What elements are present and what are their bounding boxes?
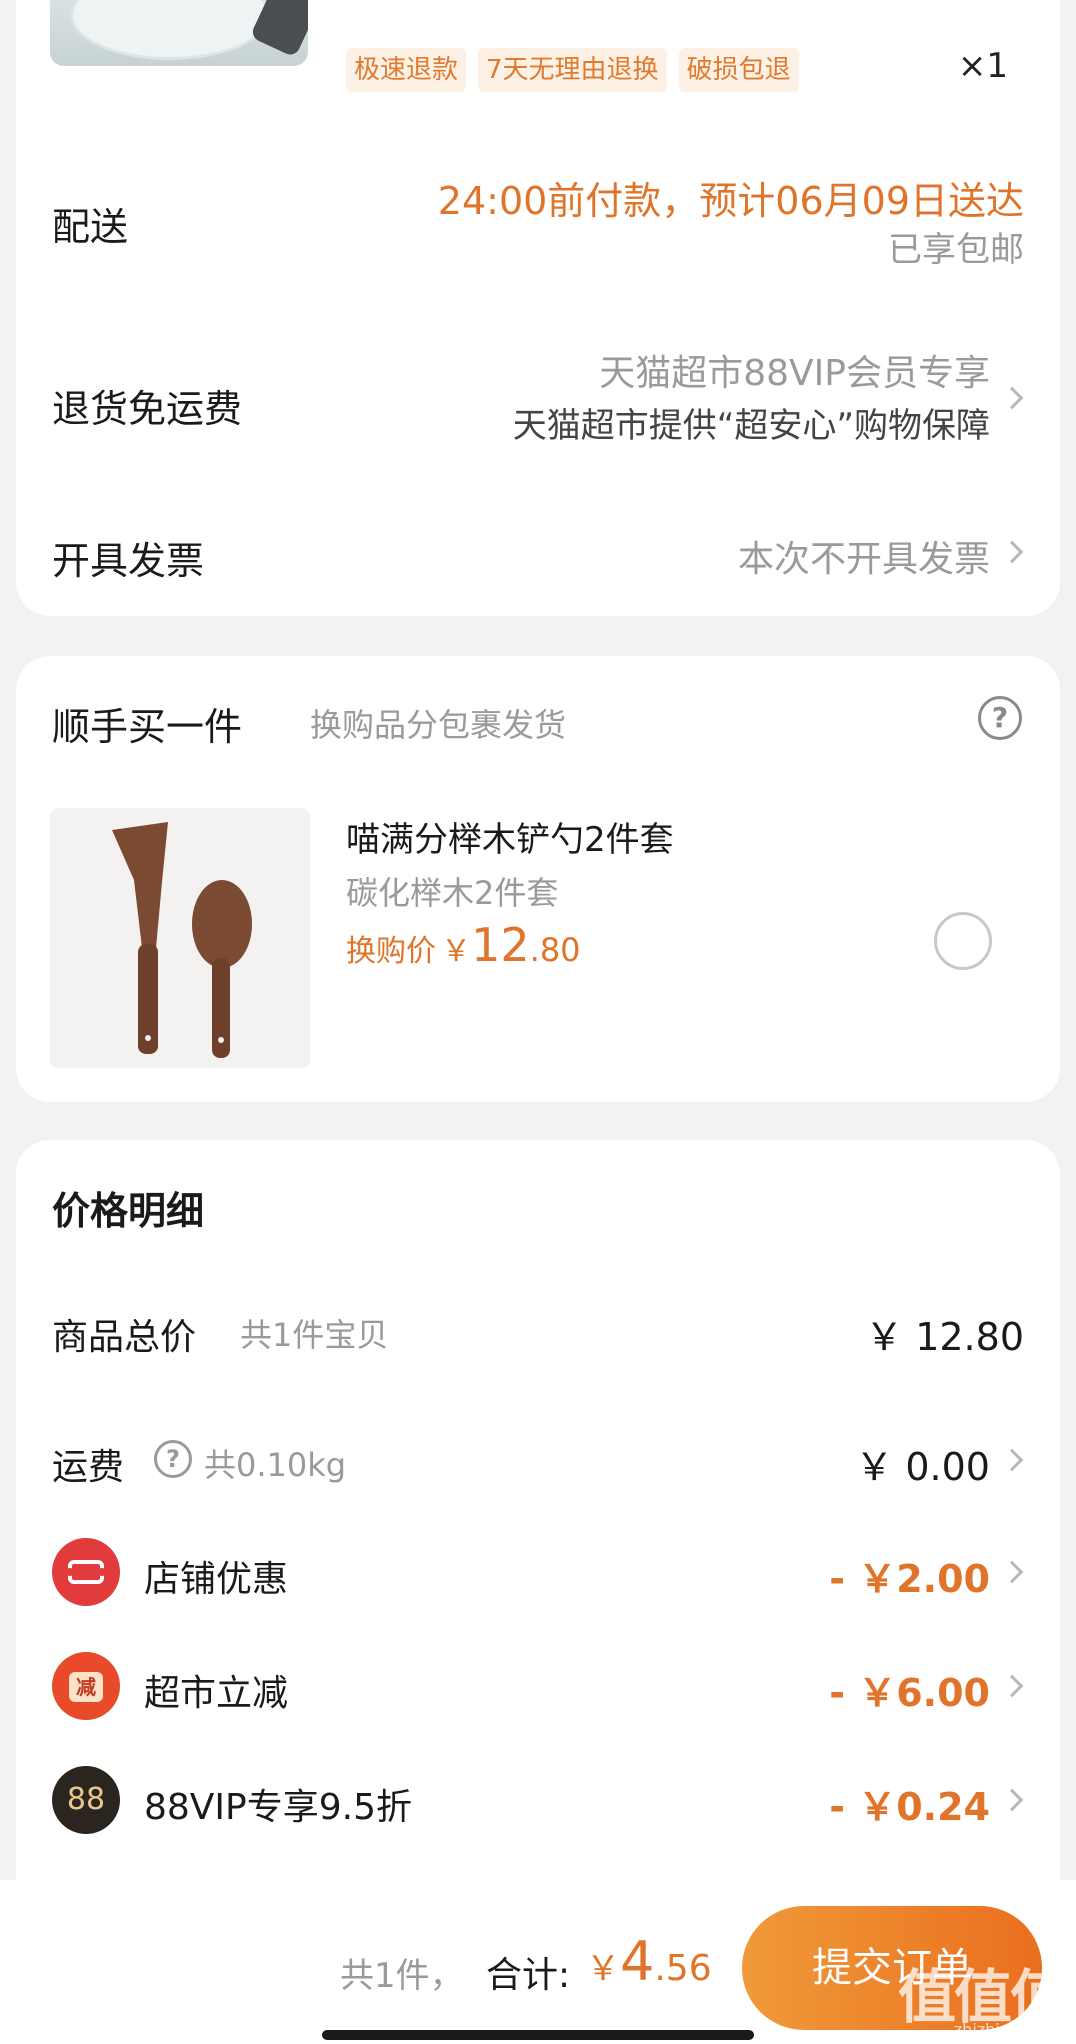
help-icon[interactable]: ? [978, 696, 1022, 740]
total-int: 4 [620, 1930, 655, 1993]
ticket-icon [66, 1560, 106, 1584]
chevron-right-icon[interactable] [1000, 1560, 1024, 1584]
addon-product-name[interactable]: 喵满分榉木铲勺2件套 [346, 812, 674, 861]
chevron-right-icon[interactable] [1000, 386, 1024, 410]
vip-88-icon: 88 [52, 1766, 120, 1834]
market-discount-icon-text: 减 [69, 1671, 103, 1702]
addon-price-dec: .80 [529, 931, 581, 969]
watermark-url: zhizhizhi.com [953, 2020, 1062, 2039]
addon-title: 顺手买一件 [52, 705, 243, 749]
invoice-value[interactable]: 本次不开具发票 [738, 530, 990, 582]
delivery-eta: 24:00前付款，预计06月09日送达 [437, 179, 1024, 223]
price-detail-card: 价格明细 商品总价 共1件宝贝 ￥ 12.80 运费 ? 共0.10kg ￥ 0… [16, 1140, 1060, 1880]
chevron-right-icon[interactable] [1000, 1448, 1024, 1472]
invoice-label: 开具发票 [52, 539, 205, 583]
market-discount-icon: 减 [52, 1652, 120, 1720]
coupon-icon [52, 1538, 120, 1606]
freight-label: 运费 [52, 1447, 125, 1488]
total-currency: ￥ [586, 1949, 620, 1989]
total-label: 合计: [486, 1955, 571, 1996]
addon-currency: ￥ [441, 934, 472, 969]
addon-price-label: 换购价 [346, 934, 436, 969]
vip-discount-value[interactable]: - ￥0.24 [829, 1776, 990, 1831]
spatula-spoon-icon [112, 822, 252, 1058]
market-discount-value[interactable]: - ￥6.00 [829, 1662, 990, 1717]
service-tags: 极速退款 7天无理由退换 破损包退 [346, 48, 799, 92]
product-thumbnail[interactable] [50, 0, 308, 66]
total-amount: ￥4.56 [586, 1930, 712, 1993]
tag-7day-return: 7天无理由退换 [478, 48, 667, 92]
chevron-right-icon[interactable] [1000, 1788, 1024, 1812]
shipping-status: 已享包邮 [888, 230, 1024, 270]
goods-count: 共1件宝贝 [240, 1316, 389, 1354]
addon-price: 换购价 ￥12.80 [346, 918, 581, 972]
store-discount-label: 店铺优惠 [144, 1559, 289, 1600]
addon-product-spec: 碳化榉木2件套 [346, 874, 559, 912]
order-info-card: 极速退款 7天无理由退换 破损包退 ×1 配送 24:00前付款，预计06月09… [16, 0, 1060, 616]
plate-image [70, 0, 270, 60]
freight-weight: 共0.10kg [204, 1446, 347, 1484]
goods-total-value: ￥ 12.80 [865, 1315, 1024, 1359]
item-quantity: ×1 [957, 46, 1008, 86]
total-dec: .56 [654, 1948, 712, 1989]
freight-help-icon[interactable]: ? [154, 1440, 192, 1478]
addon-subtitle: 换购品分包裹发货 [310, 706, 567, 744]
addon-select-radio[interactable] [934, 912, 992, 970]
delivery-label: 配送 [52, 205, 129, 249]
market-discount-label: 超市立减 [144, 1673, 289, 1714]
vip-discount-label: 88VIP专享9.5折 [144, 1787, 413, 1828]
checkout-bar: 共1件， 合计: ￥4.56 提交订单 值值值 zhizhizhi.com [0, 1880, 1076, 2044]
return-shipping-line2: 天猫超市提供“超安心”购物保障 [512, 406, 990, 446]
price-detail-title: 价格明细 [52, 1189, 205, 1233]
goods-total-label: 商品总价 [52, 1317, 197, 1358]
addon-product-image[interactable] [50, 808, 310, 1068]
return-shipping-label: 退货免运费 [52, 387, 243, 431]
chevron-right-icon[interactable] [1000, 1674, 1024, 1698]
home-indicator[interactable] [322, 2030, 754, 2040]
store-discount-value[interactable]: - ￥2.00 [829, 1548, 990, 1603]
addon-card: 顺手买一件 换购品分包裹发货 ? 喵满分榉木铲勺2件套 碳化榉木2件套 换购价 … [16, 656, 1060, 1102]
tag-damage-return: 破损包退 [678, 48, 799, 92]
return-shipping-value[interactable]: 天猫超市88VIP会员专享 天猫超市提供“超安心”购物保障 [513, 348, 990, 452]
chevron-right-icon[interactable] [1000, 540, 1024, 564]
item-count: 共1件， [340, 1956, 464, 1996]
freight-value[interactable]: ￥ 0.00 [855, 1436, 990, 1491]
addon-price-int: 12 [471, 918, 530, 972]
return-shipping-line1: 天猫超市88VIP会员专享 [599, 353, 990, 394]
tag-fast-refund: 极速退款 [346, 48, 467, 92]
